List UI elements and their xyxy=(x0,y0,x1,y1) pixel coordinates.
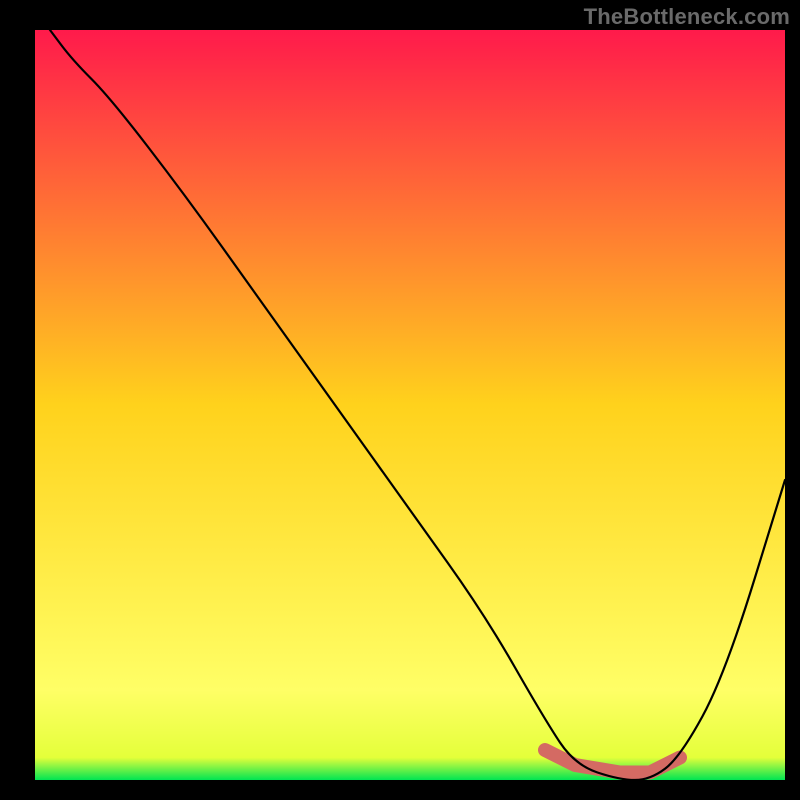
plot-background xyxy=(35,30,785,780)
bottleneck-chart xyxy=(0,0,800,800)
chart-frame: TheBottleneck.com xyxy=(0,0,800,800)
